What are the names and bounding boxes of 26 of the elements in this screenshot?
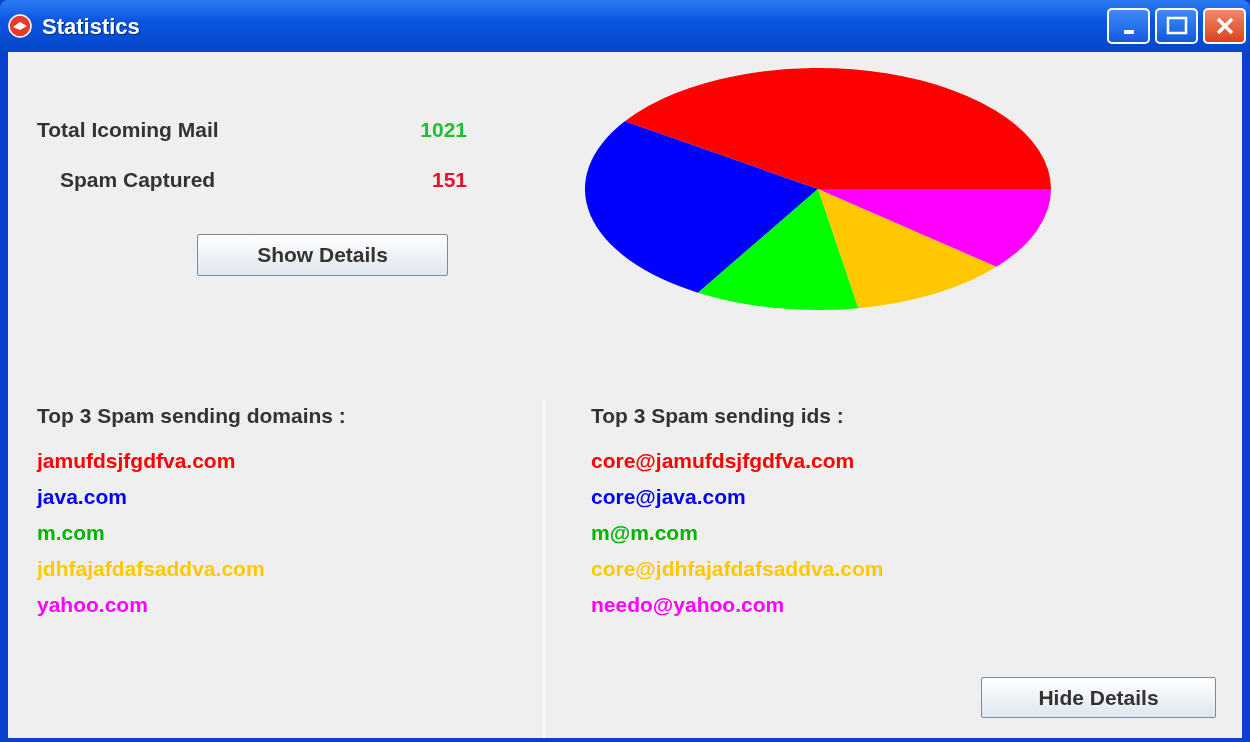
- list-entry: core@java.com: [591, 484, 746, 508]
- close-icon: [1214, 16, 1235, 36]
- list-entry: core@jamufdsjfgdfva.com: [591, 448, 855, 472]
- stat-value: 1021: [419, 117, 467, 143]
- list-entry: yahoo.com: [37, 592, 148, 616]
- stat-value: 151: [430, 167, 467, 193]
- list-entry: core@jdhfajafdafsaddva.com: [591, 556, 884, 580]
- app-icon: [8, 14, 32, 38]
- window-title: Statistics: [42, 12, 140, 41]
- minimize-icon: [1123, 30, 1134, 34]
- list-entry: java.com: [37, 484, 127, 508]
- stat-label: Spam Captured: [59, 168, 216, 191]
- list-entry: needo@yahoo.com: [591, 592, 785, 616]
- list-entry: jamufdsjfgdfva.com: [37, 448, 236, 472]
- stat-label: Total Icoming Mail: [37, 118, 219, 141]
- hide-details-button[interactable]: Hide Details: [981, 676, 1216, 719]
- maximize-icon: [1165, 16, 1188, 36]
- list-entry: jdhfajafdafsaddva.com: [37, 556, 265, 580]
- show-details-button[interactable]: Show Details: [197, 234, 448, 276]
- list-heading: Top 3 Spam sending domains :: [37, 403, 346, 427]
- list-entry: m@m.com: [591, 520, 698, 544]
- list-entry: m.com: [37, 520, 105, 544]
- maximize-button[interactable]: [1155, 8, 1198, 44]
- list-heading: Top 3 Spam sending ids :: [591, 403, 844, 427]
- minimize-button[interactable]: [1107, 8, 1150, 44]
- close-button[interactable]: [1203, 8, 1246, 44]
